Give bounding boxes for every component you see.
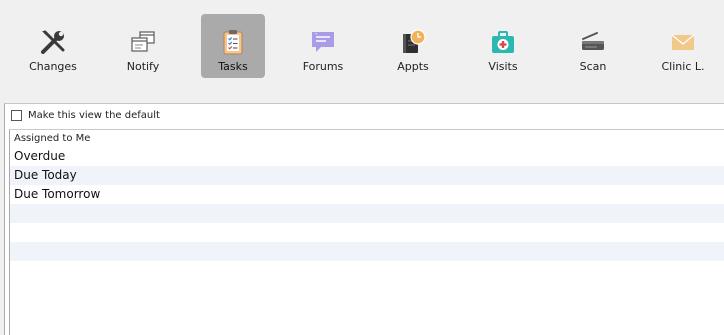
- toolbar-button-scan[interactable]: Scan: [561, 14, 625, 78]
- toolbar-label: Appts: [397, 60, 429, 73]
- tasks-panel: Make this view the default Assigned to M…: [4, 103, 724, 335]
- toolbar-label: Scan: [579, 60, 607, 73]
- task-list-header-label: Assigned to Me: [14, 133, 91, 144]
- list-item: [10, 204, 724, 223]
- toolbar-label: Notify: [126, 60, 160, 73]
- clipboard-checklist-icon: [219, 28, 247, 56]
- task-filter-due-tomorrow[interactable]: Due Tomorrow: [10, 185, 724, 204]
- toolbar-label: Tasks: [218, 60, 248, 73]
- main-toolbar: Changes Notify Tasks “ Forums Appts Visi…: [0, 0, 724, 96]
- toolbar-button-clinic[interactable]: Clinic L.: [651, 14, 715, 78]
- calendar-clock-icon: [399, 28, 427, 56]
- notify-windows-icon: [129, 28, 157, 56]
- toolbar-button-appts[interactable]: Appts: [381, 14, 445, 78]
- task-filter-due-today[interactable]: Due Today: [10, 166, 724, 185]
- medical-kit-icon: [489, 28, 517, 56]
- default-view-row: Make this view the default: [5, 104, 724, 128]
- toolbar-label: Visits: [488, 60, 518, 73]
- scanner-icon: [579, 28, 607, 56]
- toolbar-button-changes[interactable]: Changes: [21, 14, 85, 78]
- task-list-header: Assigned to Me: [10, 130, 724, 147]
- envelope-icon: [669, 28, 697, 56]
- task-filter-overdue[interactable]: Overdue: [10, 147, 724, 166]
- task-list: Assigned to Me Overdue Due Today Due Tom…: [9, 129, 724, 335]
- chat-bubble-icon: “: [309, 28, 337, 56]
- list-item: [10, 223, 724, 242]
- toolbar-button-visits[interactable]: Visits: [471, 14, 535, 78]
- toolbar-label: Changes: [29, 60, 77, 73]
- task-list-rows: Overdue Due Today Due Tomorrow: [10, 147, 724, 280]
- wrench-screwdriver-icon: [39, 28, 67, 56]
- list-item: [10, 261, 724, 280]
- toolbar-label: Clinic L.: [661, 60, 705, 73]
- svg-text:“: “: [315, 33, 318, 39]
- toolbar-label: Forums: [302, 60, 344, 73]
- toolbar-button-forums[interactable]: “ Forums: [291, 14, 355, 78]
- default-view-label: Make this view the default: [28, 110, 160, 121]
- toolbar-button-tasks[interactable]: Tasks: [201, 14, 265, 78]
- list-item: [10, 242, 724, 261]
- toolbar-button-notify[interactable]: Notify: [111, 14, 175, 78]
- default-view-checkbox[interactable]: [11, 110, 22, 121]
